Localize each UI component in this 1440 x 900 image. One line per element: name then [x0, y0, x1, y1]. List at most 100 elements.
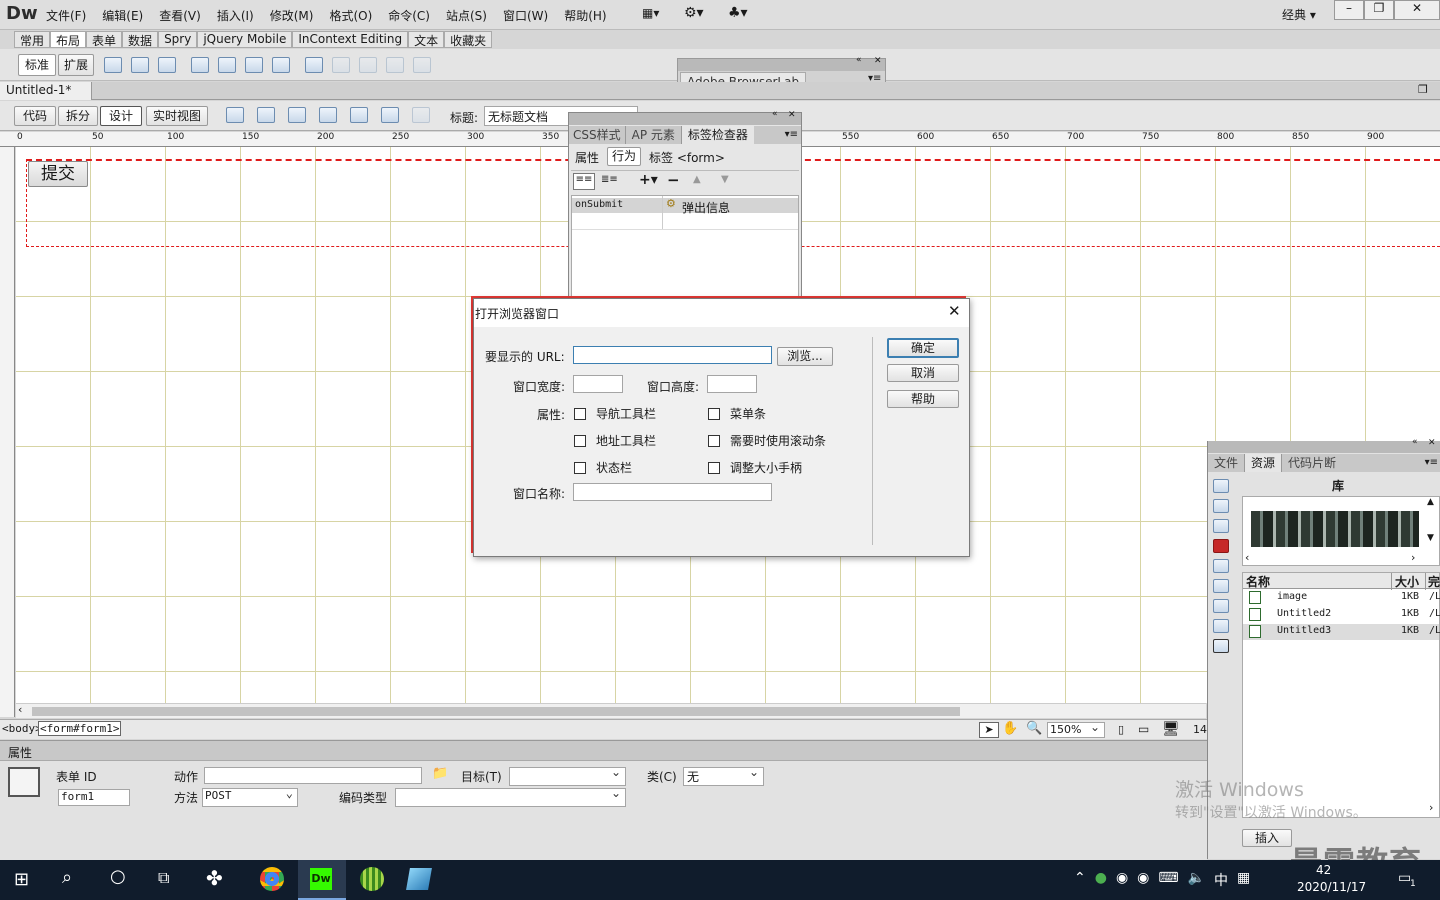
- scroll-left-icon[interactable]: ‹: [18, 703, 22, 716]
- tab-spry[interactable]: Spry: [158, 31, 198, 48]
- preview-browser-icon[interactable]: [257, 107, 275, 123]
- urls-icon[interactable]: [1213, 519, 1229, 533]
- gear-icon[interactable]: ⚙▾: [684, 5, 704, 21]
- menu-insert[interactable]: 插入(I): [217, 7, 254, 24]
- clock-date[interactable]: 2020/11/17: [1297, 880, 1366, 894]
- windows-start-icon[interactable]: ⊞: [14, 869, 29, 890]
- split-view-button[interactable]: 拆分: [58, 106, 98, 126]
- insert-button[interactable]: 插入: [1242, 829, 1292, 847]
- tab-incontext[interactable]: InContext Editing: [292, 31, 409, 48]
- assets-collapse-icon[interactable]: «: [1412, 437, 1418, 447]
- submit-button[interactable]: 提交: [28, 161, 88, 187]
- action-input[interactable]: [204, 767, 422, 784]
- qq-icon[interactable]: ◉: [1137, 870, 1149, 890]
- tag-selector-form[interactable]: <form#form1>: [38, 721, 122, 736]
- status-bar-box[interactable]: [574, 461, 586, 474]
- behaviors-subtab[interactable]: 行为: [607, 147, 641, 166]
- scripts-icon[interactable]: [1213, 599, 1229, 613]
- library-icon[interactable]: [1213, 639, 1229, 653]
- col-size[interactable]: 大小: [1391, 573, 1419, 590]
- zoom-tool-icon[interactable]: 🔍: [1026, 721, 1042, 736]
- list-scroll-right-icon[interactable]: ›: [1429, 801, 1433, 814]
- tab-forms[interactable]: 表单: [86, 31, 123, 48]
- spry-collapsible-icon[interactable]: [272, 57, 290, 73]
- pointer-tool-icon[interactable]: ➤: [979, 722, 999, 738]
- browse-button[interactable]: 浏览...: [777, 347, 833, 366]
- task-view-icon[interactable]: ⧉: [158, 868, 169, 888]
- swf-icon[interactable]: [1213, 539, 1229, 553]
- tablet-size-icon[interactable]: ▭: [1138, 722, 1149, 736]
- method-select[interactable]: POST: [202, 786, 298, 807]
- site-icon[interactable]: ♣▾: [728, 5, 748, 21]
- restore-button[interactable]: ❐: [1364, 0, 1394, 20]
- library-item[interactable]: image 1KB /L: [1243, 590, 1440, 606]
- height-input[interactable]: [707, 375, 757, 393]
- preview-scroll-left-icon[interactable]: ‹: [1245, 551, 1249, 564]
- add-behavior-icon[interactable]: +▾: [639, 172, 658, 188]
- spry-menu-icon[interactable]: [191, 57, 209, 73]
- url-input[interactable]: [573, 346, 772, 364]
- visual-aids-icon[interactable]: [381, 107, 399, 123]
- images-icon[interactable]: [1213, 479, 1229, 493]
- browser-compat-icon[interactable]: [350, 107, 368, 123]
- attributes-subtab[interactable]: 属性: [575, 149, 599, 166]
- volume-icon[interactable]: 🔈: [1188, 870, 1205, 890]
- network-icon[interactable]: ⌨: [1158, 870, 1178, 890]
- minimize-button[interactable]: –: [1334, 0, 1364, 20]
- tag-panel-collapse-icon[interactable]: «: [772, 109, 778, 119]
- w3c-validation-icon[interactable]: [319, 107, 337, 123]
- tab-tag-inspector[interactable]: 标签检查器: [681, 126, 754, 144]
- behavior-row[interactable]: onSubmit ⚙ 弹出信息: [572, 197, 798, 215]
- show-set-events-icon[interactable]: ≡≡: [573, 173, 595, 190]
- tab-text[interactable]: 文本: [408, 31, 445, 48]
- tab-assets[interactable]: 资源: [1245, 454, 1283, 472]
- menubar-box[interactable]: [708, 407, 720, 420]
- close-icon[interactable]: ✕: [874, 56, 882, 66]
- tab-layout[interactable]: 布局: [50, 31, 87, 48]
- qq-icon[interactable]: ◉: [1116, 870, 1128, 890]
- window-name-input[interactable]: [573, 483, 772, 501]
- tab-data[interactable]: 数据: [122, 31, 159, 48]
- menu-commands[interactable]: 命令(C): [388, 7, 430, 24]
- ime-mode-icon[interactable]: ▦: [1237, 870, 1250, 890]
- location-toolbar-checkbox[interactable]: 地址工具栏: [574, 432, 656, 449]
- width-input[interactable]: [573, 375, 623, 393]
- library-item[interactable]: Untitled2 1KB /L: [1243, 607, 1440, 623]
- resize-handles-box[interactable]: [708, 461, 720, 474]
- templates-icon[interactable]: [1213, 619, 1229, 633]
- tab-jquery-mobile[interactable]: jQuery Mobile: [197, 31, 293, 48]
- dialog-close-icon[interactable]: ✕: [948, 302, 961, 320]
- colors-icon[interactable]: [1213, 499, 1229, 513]
- form-id-input[interactable]: form1: [58, 789, 130, 806]
- movies-icon[interactable]: [1213, 579, 1229, 593]
- file-management-icon[interactable]: [288, 107, 306, 123]
- menu-modify[interactable]: 修改(M): [270, 7, 314, 24]
- scrollbars-checkbox[interactable]: 需要时使用滚动条: [708, 432, 826, 449]
- assets-close-icon[interactable]: ✕: [1428, 438, 1436, 448]
- table-icon[interactable]: [305, 57, 323, 73]
- tab-files[interactable]: 文件: [1208, 454, 1246, 472]
- col-name[interactable]: 名称: [1246, 573, 1270, 590]
- menu-window[interactable]: 窗口(W): [503, 7, 548, 24]
- help-button[interactable]: 帮助: [887, 390, 959, 408]
- restore-doc-icon[interactable]: ❐: [1418, 83, 1428, 96]
- fluid-grid-icon[interactable]: [158, 57, 176, 73]
- shockwave-icon[interactable]: [1213, 559, 1229, 573]
- tab-css-styles[interactable]: CSS样式: [569, 126, 626, 144]
- pinwheel-app-icon[interactable]: ✤: [206, 866, 223, 890]
- preview-scroll-right-icon[interactable]: ›: [1411, 551, 1415, 564]
- tray-expand-icon[interactable]: ⌃: [1074, 870, 1086, 890]
- mobile-size-icon[interactable]: ▯: [1118, 723, 1124, 736]
- close-button[interactable]: ✕: [1394, 0, 1440, 20]
- location-toolbar-box[interactable]: [574, 434, 586, 447]
- code-view-button[interactable]: 代码: [14, 106, 56, 126]
- col-path[interactable]: 完: [1425, 573, 1440, 590]
- scroll-thumb[interactable]: [32, 707, 960, 716]
- hand-tool-icon[interactable]: ✋: [1002, 721, 1018, 736]
- preview-scroll-up-icon[interactable]: ▲: [1427, 497, 1434, 507]
- menubar-checkbox[interactable]: 菜单条: [708, 405, 766, 422]
- div-icon[interactable]: [104, 57, 122, 73]
- ap-div-icon[interactable]: [131, 57, 149, 73]
- doc-tab[interactable]: Untitled-1* ✕: [0, 82, 92, 114]
- notepad-app-icon[interactable]: [406, 868, 432, 890]
